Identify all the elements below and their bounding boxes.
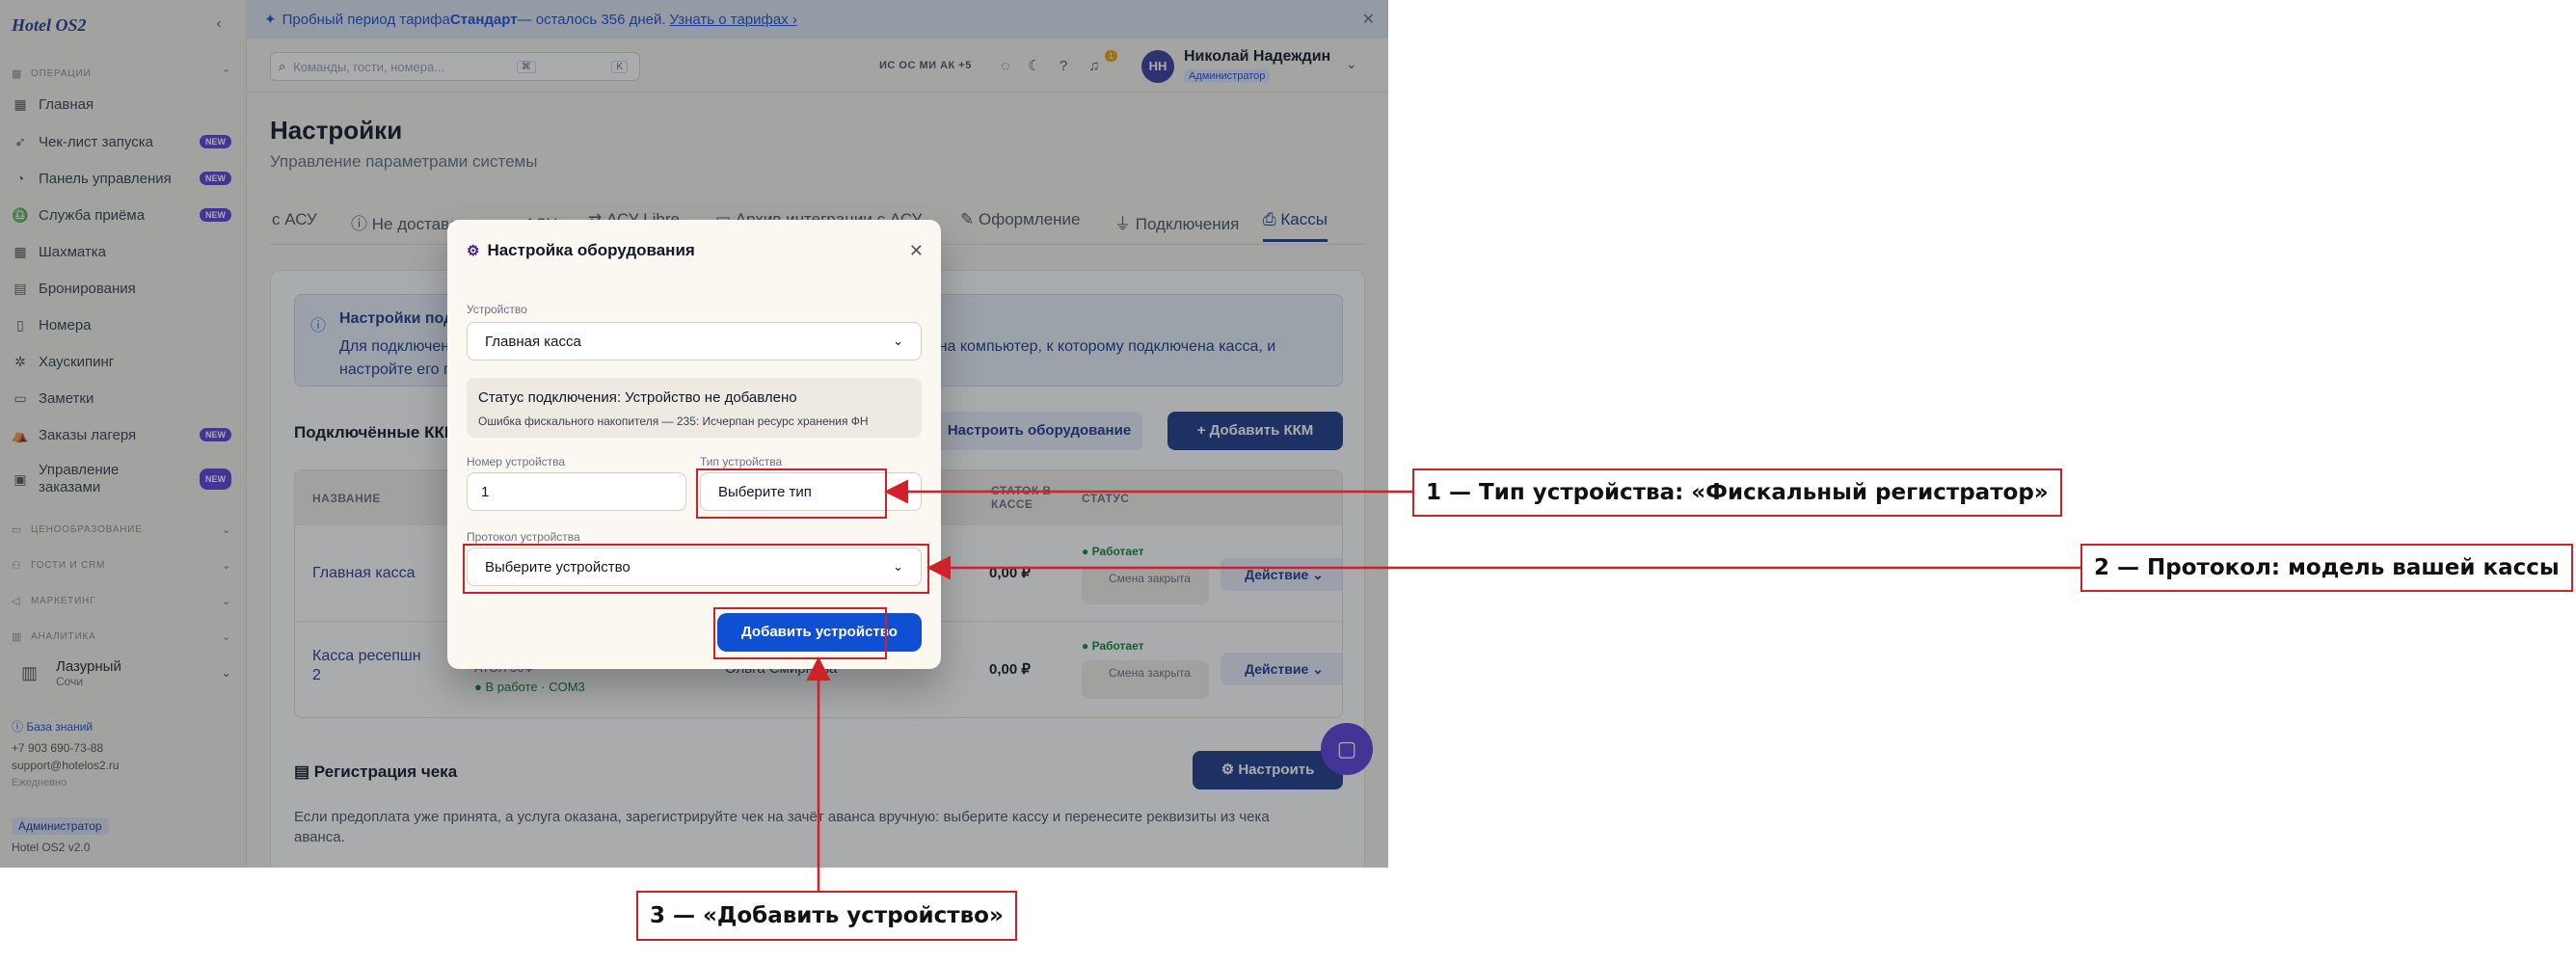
callout-device-type: 1 — Тип устройства: «Фискальный регистра…	[1412, 468, 2062, 517]
annotation-arrows	[806, 479, 2080, 891]
callout-add-device: 3 — «Добавить устройство»	[636, 891, 1017, 941]
callout-protocol: 2 — Протокол: модель вашей кассы	[2080, 544, 2573, 592]
